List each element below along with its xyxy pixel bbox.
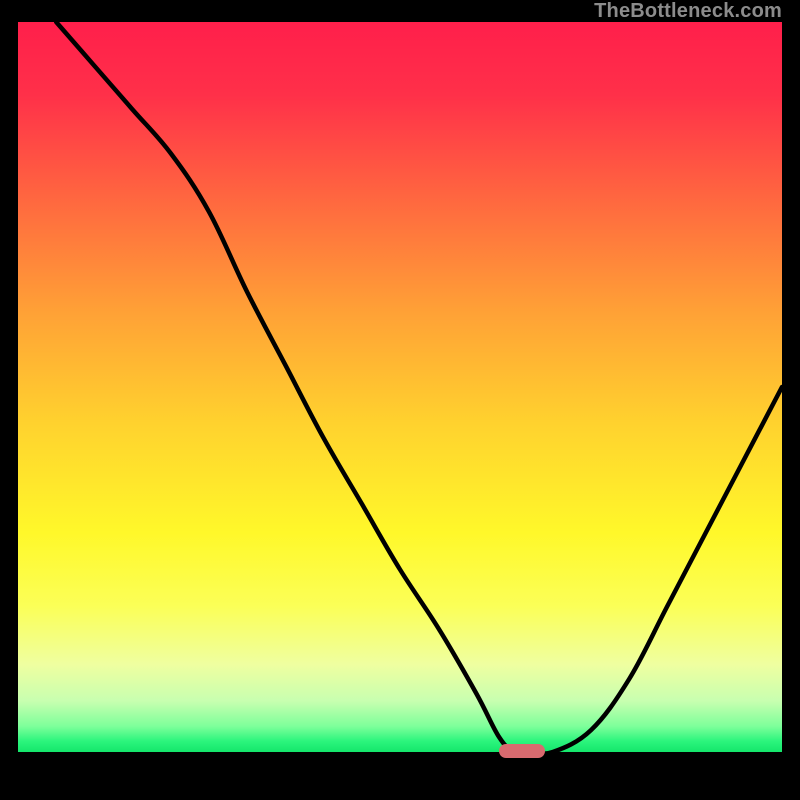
plot-area xyxy=(18,22,782,752)
watermark-text: TheBottleneck.com xyxy=(594,0,782,23)
optimum-marker xyxy=(499,744,545,758)
bottleneck-curve xyxy=(18,22,782,752)
chart-frame xyxy=(18,22,782,782)
